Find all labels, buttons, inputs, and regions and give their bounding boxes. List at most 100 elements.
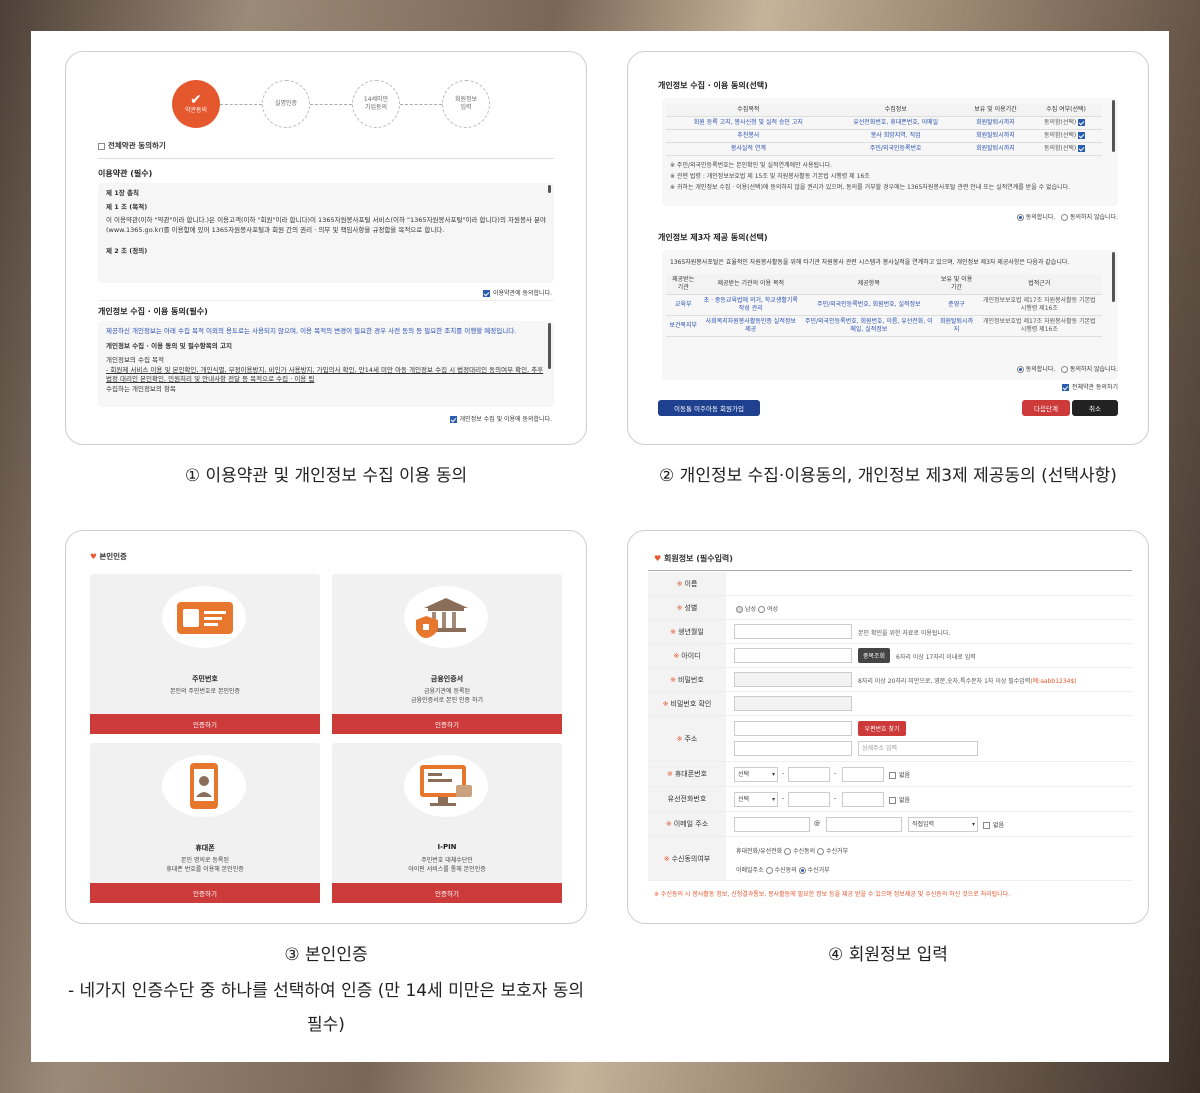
scrollbar[interactable]: [1112, 252, 1115, 302]
agree-label: 동의합니다.: [1025, 214, 1056, 221]
phone-none-checkbox[interactable]: [889, 797, 896, 804]
heart-icon: ♥: [654, 554, 662, 563]
verify-button[interactable]: 인증하기: [332, 714, 562, 734]
mobile-prefix-select[interactable]: 선택 ▾: [734, 767, 778, 782]
verify-title-row: ♥ 본인인증: [90, 551, 127, 562]
email-none-checkbox[interactable]: [983, 822, 990, 829]
email-opt-in-radio[interactable]: [765, 867, 773, 874]
scrollbar[interactable]: [1112, 100, 1115, 152]
optional-consent-radios: 동의합니다. 동의하지 않습니다.: [1016, 212, 1118, 221]
none-label: 없음: [899, 772, 911, 779]
phone-last-input[interactable]: [842, 792, 884, 807]
table-cell: 회원탈퇴시까지: [960, 129, 1031, 143]
table-cell: 주민/외국인등록번호, 회원번호, 실적정보: [801, 294, 937, 316]
scrollbar[interactable]: [548, 323, 551, 369]
female-label: 여성: [766, 606, 779, 613]
table-header: 제공받는 기관의 이용 목적: [700, 274, 802, 295]
agree-all-terms-checkbox[interactable]: [1061, 384, 1069, 391]
collection-table: 수집목적 수집정보 보유 및 이용기간 수집 여부(선택) 회원 등록 고지, 봉사신…: [666, 104, 1102, 156]
sms-opt-in-radio[interactable]: [784, 848, 792, 855]
table-row: 교육부 초 · 중등교육법에 의거, 학교생활기록 작성 관리 주민/외국인등록번호…: [666, 294, 1102, 316]
step-label: 실명인증: [274, 100, 298, 107]
terms-box[interactable]: 제 1장 총칙 제 1 조 (목적) 이 이용약관(이하 "약관"이라 합니다.…: [98, 183, 554, 283]
verify-button[interactable]: 인증하기: [90, 883, 320, 903]
consent-checkbox[interactable]: [1078, 145, 1086, 152]
password-input[interactable]: [734, 672, 852, 687]
mobile-none-checkbox[interactable]: [889, 772, 896, 779]
cancel-button[interactable]: 취소: [1072, 400, 1118, 416]
privacy-agree-checkbox[interactable]: [449, 416, 457, 423]
terms-agree-row[interactable]: 이용약관에 동의합니다.: [482, 288, 552, 297]
chevron-down-icon: ▾: [971, 821, 975, 828]
agree-radio[interactable]: [1016, 366, 1024, 373]
terms-article: 제 1 조 (목적): [106, 202, 148, 211]
phone-middle-input[interactable]: [788, 792, 830, 807]
third-party-title: 개인정보 제3자 제공 동의(선택): [658, 233, 768, 242]
phone-prefix-select[interactable]: 선택 ▾: [734, 792, 778, 807]
label-address: 주소: [684, 734, 698, 743]
terms-text: 이 이용약관(이하 "약관"이라 합니다.)은 이용고객(이하 "회원"이라 합…: [106, 216, 546, 234]
step-verify: 실명인증: [262, 80, 310, 128]
consent-label: 동의함(선택): [1043, 145, 1077, 152]
consent-cell[interactable]: 동의함(선택): [1030, 129, 1102, 143]
label-id: 아이디: [681, 651, 701, 660]
duplicate-check-button[interactable]: 중복조회: [858, 648, 890, 663]
agree-all-row[interactable]: 전체약관 동의하기: [98, 140, 166, 151]
address-input[interactable]: [734, 741, 852, 756]
none-label: 없음: [899, 797, 911, 804]
table-cell: 유선전화번호, 휴대폰번호, 이메일: [830, 116, 961, 130]
privacy-agree-row[interactable]: 개인정보 수집 및 이용에 동의합니다.: [449, 414, 552, 423]
email-opt-out-radio[interactable]: [798, 867, 806, 874]
member-info-title: 회원정보 (필수입력): [663, 554, 733, 563]
consent-footer-note: ※ 수신동의 시 봉사활동 정보, 신청결과통보, 봉사활동에 필요한 정보 등…: [654, 891, 1011, 898]
table-header: 보유 및 이용기간: [960, 104, 1031, 117]
table-cell: 주민/외국인등록번호, 회원번호, 이름, 유선전화, 이메일, 실적정보: [801, 315, 937, 337]
sms-opt-out-radio[interactable]: [817, 848, 825, 855]
password-confirm-input[interactable]: [734, 696, 852, 711]
agree-all-checkbox[interactable]: [98, 142, 105, 150]
terms-agree-checkbox[interactable]: [482, 290, 490, 297]
consent-label: 동의함(선택): [1043, 132, 1077, 139]
screenshot-optional-consent: 개인정보 수집 · 이용 동의(선택) 수집목적 수집정보 보유 및 이용기간 수집 …: [627, 51, 1149, 445]
id-input[interactable]: [734, 648, 852, 663]
consent-checkbox[interactable]: [1078, 132, 1086, 139]
row-gender: ※ 성별 남성 여성: [648, 596, 1132, 620]
email-id-input[interactable]: [734, 817, 810, 832]
third-party-table: 제공받는 기관 제공받는 기관의 이용 목적 제공항목 보유 및 이용기간 법적근거 교…: [666, 274, 1102, 337]
mobile-middle-input[interactable]: [788, 767, 830, 782]
card-desc: 본인 명의로 등록된 휴대폰 번호를 이용해 본인인증: [166, 857, 244, 873]
email-domain-input[interactable]: [826, 817, 902, 832]
agree-radio[interactable]: [1016, 214, 1024, 221]
opt-out-label: 수신거부: [826, 848, 849, 855]
caption-step-1: ① 이용약관 및 개인정보 수집 이용 동의: [184, 466, 468, 486]
scrollbar[interactable]: [548, 185, 551, 193]
consent-checkbox[interactable]: [1078, 119, 1086, 126]
agree-all-terms-row[interactable]: 전체약관 동의하기: [1061, 382, 1118, 391]
male-radio[interactable]: [736, 606, 743, 613]
caption-step-3: ③ 본인인증: [284, 945, 368, 965]
consent-cell[interactable]: 동의함(선택): [1030, 116, 1102, 130]
zipcode-input[interactable]: [734, 721, 852, 736]
optional-consent-box[interactable]: 수집목적 수집정보 보유 및 이용기간 수집 여부(선택) 회원 등록 고지, 봉사신…: [662, 98, 1118, 206]
agree-label: 동의합니다.: [1025, 366, 1056, 373]
next-step-button[interactable]: 다음단계: [1022, 400, 1070, 416]
table-cell: 교육부: [666, 294, 701, 316]
address-detail-input[interactable]: 상세주소 입력: [858, 741, 978, 756]
find-zipcode-button[interactable]: 우편번호 찾기: [858, 721, 906, 736]
disagree-radio[interactable]: [1061, 214, 1069, 221]
table-header: 수집 여부(선택): [1030, 104, 1102, 117]
disagree-radio[interactable]: [1061, 366, 1069, 373]
child-signup-button[interactable]: 이동통 이주아동 회원가입: [658, 400, 760, 416]
mobile-last-input[interactable]: [842, 767, 884, 782]
third-party-box[interactable]: 1365자원봉사포털은 효율적인 자원봉사활동을 위해 타기관 자원봉사 관련 …: [662, 250, 1118, 380]
id-note: 6자리 이상 17자리 이내로 입력: [896, 654, 976, 661]
label-mobile: 휴대폰번호: [674, 770, 708, 778]
verify-button[interactable]: 인증하기: [90, 714, 320, 734]
birth-input[interactable]: [734, 624, 852, 639]
row-address: ※ 주소 우편번호 찾기 상세주소 입력: [648, 716, 1132, 762]
verify-button[interactable]: 인증하기: [332, 883, 562, 903]
email-domain-select[interactable]: 직접입력 ▾: [908, 817, 978, 832]
consent-cell[interactable]: 동의함(선택): [1030, 142, 1102, 156]
privacy-box[interactable]: 제공하신 개인정보는 아래 수집 목적 이외의 용도로는 사용되지 않으며, 이…: [98, 321, 554, 407]
female-radio[interactable]: [757, 606, 765, 613]
